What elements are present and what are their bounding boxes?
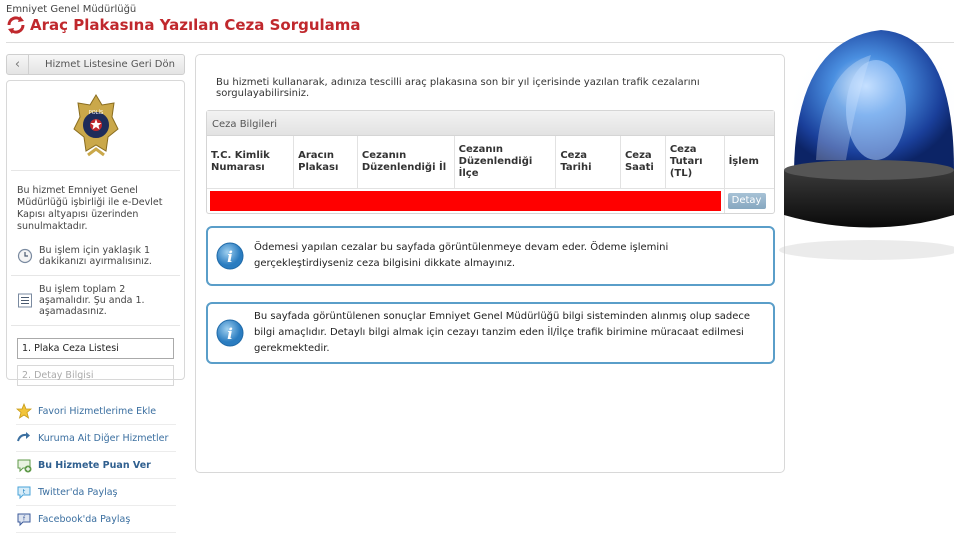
rate-service-label: Bu Hizmete Puan Ver (38, 459, 151, 471)
column-header: Aracın Plakası (293, 136, 358, 188)
back-to-services-button[interactable]: ‹ Hizmet Listesine Geri Dön (6, 54, 185, 75)
duration-text: Bu işlem için yaklaşık 1 dakikanızı ayır… (39, 245, 152, 267)
facebook-icon: f (17, 513, 31, 527)
rating-bubble-icon (17, 459, 32, 473)
badge-text: POLİS (88, 109, 102, 116)
twitter-icon: t (17, 486, 31, 500)
chevron-left-icon: ‹ (7, 55, 29, 74)
steps-info: Bu işlem toplam 2 aşamalıdır. Şu anda 1.… (7, 284, 184, 317)
step-2-detail-info: 2. Detay Bilgisi (17, 365, 174, 386)
sidebar-divider (11, 325, 180, 326)
service-info-sidebar: POLİS Bu hizmet Emniyet Genel Müdürlüğü … (6, 80, 185, 386)
svg-text:i: i (227, 248, 233, 266)
column-header: Ceza Saati (620, 136, 666, 188)
police-badge-area: POLİS (11, 81, 180, 171)
arrow-icon (17, 432, 30, 442)
informational-notice-text: Bu sayfada görüntülenen sonuçlar Emniyet… (254, 311, 751, 354)
rate-service-link[interactable]: Bu Hizmete Puan Ver (16, 452, 176, 479)
step-1-plate-fine-list[interactable]: 1. Plaka Ceza Listesi (17, 338, 174, 359)
service-refresh-icon (7, 16, 25, 34)
column-header: T.C. Kimlik Numarası (207, 136, 295, 188)
clock-icon (17, 248, 33, 264)
paid-fines-notice: i Ödemesi yapılan cezalar bu sayfada gör… (206, 226, 775, 286)
other-services-label: Kuruma Ait Diğer Hizmetler (38, 432, 169, 444)
police-siren-illustration (779, 20, 954, 260)
list-icon (18, 293, 32, 308)
panel-title: Ceza Bilgileri (207, 111, 774, 136)
other-institution-services-link[interactable]: Kuruma Ait Diğer Hizmetler (16, 425, 176, 452)
share-on-facebook-link[interactable]: f Facebook'da Paylaş (16, 506, 176, 533)
column-header: İşlem (728, 155, 759, 167)
informational-results-notice: i Bu sayfada görüntülenen sonuçlar Emniy… (206, 302, 775, 364)
column-header: Ceza Tarihi (555, 136, 621, 188)
column-header: Ceza Tutarı (TL) (665, 136, 725, 188)
redacted-fine-data (210, 190, 721, 211)
page-title: Araç Plakasına Yazılan Ceza Sorgulama (30, 16, 361, 34)
sidebar-divider (11, 275, 180, 276)
service-actions-list: Favori Hizmetlerime Ekle Kuruma Ait Diğe… (16, 398, 176, 533)
police-badge-logo: POLİS (72, 93, 119, 156)
duration-info: Bu işlem için yaklaşık 1 dakikanızı ayır… (7, 245, 184, 267)
column-header: Cezanın Düzenlendiği İl (357, 136, 455, 188)
paid-fines-notice-text: Ödemesi yapılan cezalar bu sayfada görün… (254, 242, 669, 269)
star-icon (16, 403, 32, 419)
steps-text: Bu işlem toplam 2 aşamalıdır. Şu anda 1.… (39, 284, 145, 317)
share-on-twitter-link[interactable]: t Twitter'da Paylaş (16, 479, 176, 506)
fine-info-panel: Ceza Bilgileri T.C. Kimlik Numarası Arac… (206, 110, 775, 214)
add-to-favorites-link[interactable]: Favori Hizmetlerime Ekle (16, 398, 176, 425)
table-row: Detay (207, 187, 774, 213)
service-intro-text: Bu hizmeti kullanarak, adınıza tescilli … (216, 77, 700, 99)
facebook-share-label: Facebook'da Paylaş (38, 513, 131, 525)
service-description: Bu hizmet Emniyet Genel Müdürlüğü işbirl… (17, 185, 163, 232)
back-button-label: Hizmet Listesine Geri Dön (45, 59, 175, 70)
info-icon: i (216, 319, 244, 347)
table-header-row: T.C. Kimlik Numarası Aracın Plakası Ceza… (207, 136, 774, 188)
add-to-favorites-label: Favori Hizmetlerime Ekle (38, 405, 157, 417)
column-header: Cezanın Düzenlendiği İlçe (454, 136, 557, 188)
fines-table: T.C. Kimlik Numarası Aracın Plakası Ceza… (207, 136, 774, 213)
twitter-share-label: Twitter'da Paylaş (38, 486, 118, 498)
detail-button[interactable]: Detay (727, 192, 766, 209)
main-content: Bu hizmeti kullanarak, adınıza tescilli … (195, 54, 785, 473)
info-icon: i (216, 242, 244, 270)
svg-text:i: i (227, 325, 233, 343)
